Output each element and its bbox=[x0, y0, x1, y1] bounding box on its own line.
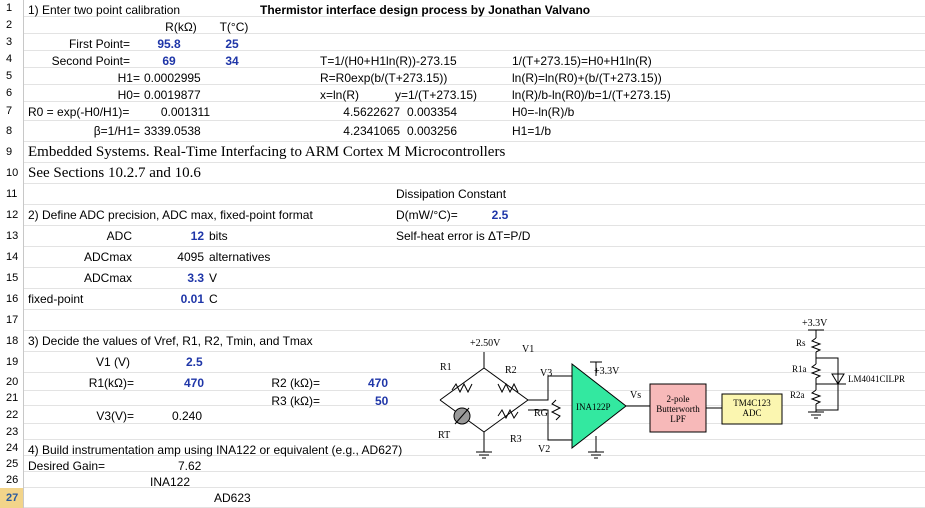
ref-supply-label: +3.3V bbox=[802, 318, 828, 329]
ref-chip-label: LM4041CILPR bbox=[848, 374, 905, 384]
r3-label-circuit: R3 bbox=[510, 434, 522, 445]
r2a-label: R2a bbox=[790, 390, 805, 400]
v3-node-label: V3 bbox=[540, 368, 552, 379]
amp-vcc-label: +3.3V bbox=[594, 366, 620, 377]
v2-node-label: V2 bbox=[538, 444, 550, 455]
r3-wire bbox=[483, 399, 529, 433]
spreadsheet: 1 2 3 4 5 6 7 8 9 10 11 12 13 14 15 16 17 18 19 20 21 22 23 24 2… bbox=[0, 0, 925, 508]
rs-resistor bbox=[810, 337, 822, 353]
adc-line2: ADC bbox=[742, 408, 761, 418]
r1-resistor bbox=[451, 382, 473, 394]
r1a-label: R1a bbox=[792, 364, 807, 374]
lpf-line2: Butterworth bbox=[656, 404, 700, 414]
rs-label: Rs bbox=[796, 338, 806, 348]
r2-label-circuit: R2 bbox=[505, 365, 517, 376]
r2a-resistor bbox=[810, 389, 822, 405]
amp-part-label: INA122P bbox=[576, 402, 611, 412]
r3-resistor bbox=[497, 408, 519, 420]
rt-label: RT bbox=[438, 430, 450, 441]
lpf-line3: LPF bbox=[670, 414, 686, 424]
v-bridge-label: +2.50V bbox=[470, 338, 501, 349]
r1a-resistor bbox=[810, 363, 822, 379]
rg-resistor bbox=[550, 399, 562, 421]
circuit-diagram: +2.50V V1 R1 R2 V3 +3.3V INA122P RG RT R… bbox=[438, 318, 905, 459]
v1-node-label: V1 bbox=[522, 344, 534, 355]
r1-label-circuit: R1 bbox=[440, 362, 452, 373]
lpf-line1: 2-pole bbox=[667, 394, 690, 404]
v3-wire bbox=[528, 375, 572, 401]
vs-label: Vs bbox=[630, 390, 641, 401]
rg-label: RG bbox=[534, 408, 548, 419]
adc-line1: TM4C123 bbox=[733, 398, 771, 408]
